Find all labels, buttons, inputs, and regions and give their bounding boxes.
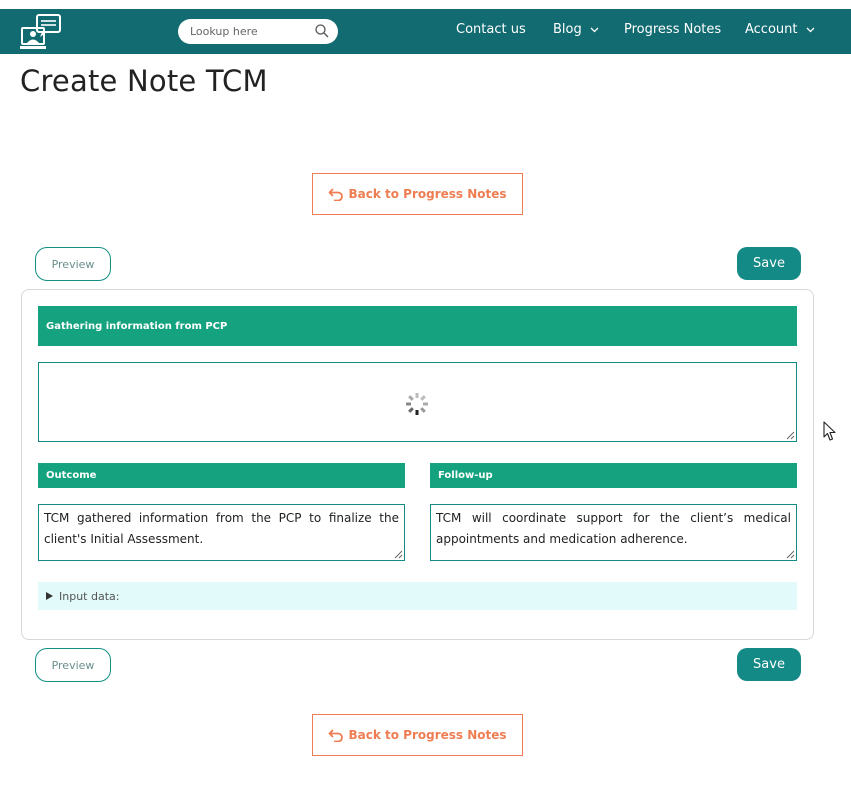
nav-contact-us[interactable]: Contact us <box>456 22 526 37</box>
back-button-label: Back to Progress Notes <box>348 728 507 742</box>
followup-section-header: Follow-up <box>430 463 797 488</box>
resize-grip-icon[interactable] <box>786 550 795 559</box>
nav-progress-notes[interactable]: Progress Notes <box>624 22 721 37</box>
input-data-disclosure[interactable]: Input data: <box>38 582 797 610</box>
nav-account[interactable]: Account <box>745 22 815 37</box>
back-to-progress-notes-button[interactable]: Back to Progress Notes <box>312 173 523 215</box>
save-button[interactable]: Save <box>737 247 801 280</box>
nav-blog-label: Blog <box>553 22 582 37</box>
nav-blog[interactable]: Blog <box>553 22 599 37</box>
top-navbar: Contact us Blog Progress Notes Account <box>0 9 851 54</box>
undo-arrow-icon <box>329 188 344 201</box>
back-button-label: Back to Progress Notes <box>348 187 507 201</box>
nav-account-label: Account <box>745 22 798 37</box>
preview-button-bottom[interactable]: Preview <box>35 648 111 682</box>
nav-contact-us-label: Contact us <box>456 22 526 37</box>
input-data-label: Input data: <box>59 589 120 603</box>
loading-spinner-icon <box>406 393 428 415</box>
chevron-down-icon <box>806 27 814 32</box>
back-to-progress-notes-button-bottom[interactable]: Back to Progress Notes <box>312 714 523 756</box>
followup-textarea[interactable]: TCM will coordinate support for the clie… <box>430 504 797 561</box>
mouse-cursor-icon <box>823 421 836 441</box>
outcome-section-header: Outcome <box>38 463 405 488</box>
search-input[interactable] <box>190 23 310 40</box>
outcome-textarea[interactable]: TCM gathered information from the PCP to… <box>38 504 405 561</box>
preview-button[interactable]: Preview <box>35 247 111 281</box>
nav-progress-notes-label: Progress Notes <box>624 22 722 37</box>
triangle-right-icon <box>46 592 53 600</box>
save-button-bottom[interactable]: Save <box>737 648 801 681</box>
chat-monitor-logo-icon[interactable] <box>20 13 62 51</box>
resize-grip-icon[interactable] <box>786 431 795 440</box>
search-icon[interactable] <box>314 23 330 39</box>
resize-grip-icon[interactable] <box>394 550 403 559</box>
chevron-down-icon <box>590 27 599 32</box>
search-box <box>178 19 338 44</box>
page-title: Create Note TCM <box>20 64 268 98</box>
gathering-section-header: Gathering information from PCP <box>38 306 797 346</box>
undo-arrow-icon <box>329 729 344 742</box>
